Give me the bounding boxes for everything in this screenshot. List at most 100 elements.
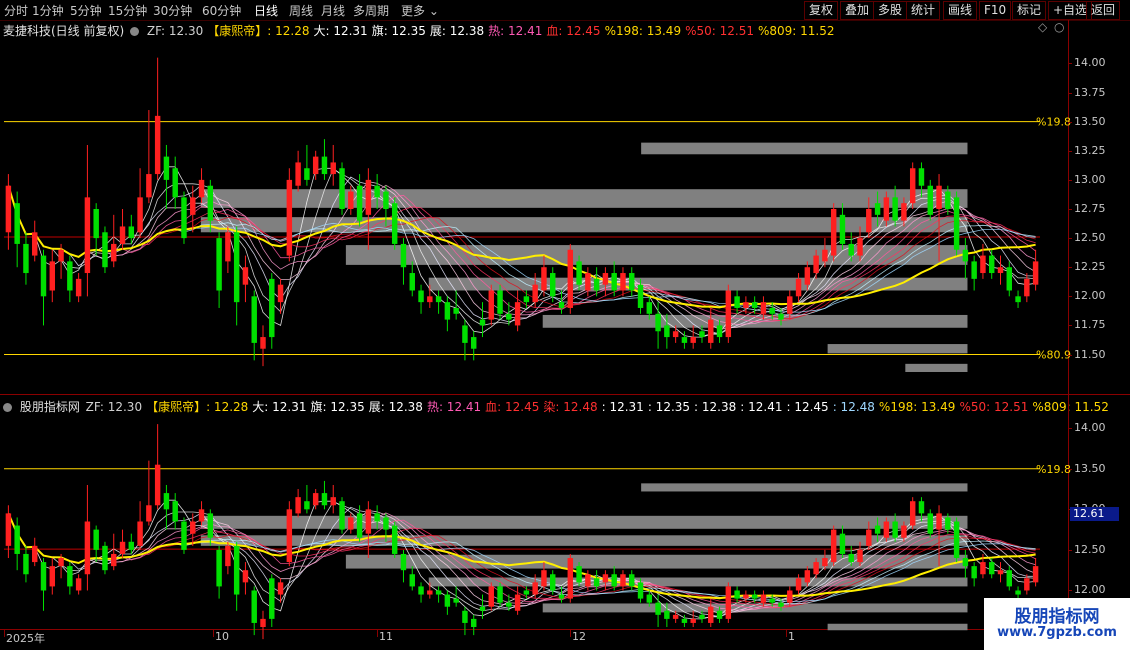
p1-candle-body-84 [743,302,749,308]
tab-timeframe-10[interactable]: 更多 ⌄ [401,2,439,19]
toolbar: 分时 1分钟 5分钟 15分钟 30分钟 60分钟 日线 周线 月线 多周期 更多 ⌄ 复权 叠加 多股… [0,0,1130,21]
tab-timeframe-5[interactable]: 60分钟 [202,2,241,19]
p1-candle-body-27 [242,267,249,285]
p2-candle-body-35 [312,493,319,506]
p1-candle-body-45 [400,243,407,268]
p1-candle-body-31 [277,284,284,303]
p1-candle-body-3 [32,232,38,256]
p1-candle-body-66 [585,273,591,291]
p2-ma-ribbon-7 [8,513,1036,607]
p1-zone-0 [200,189,968,208]
toolbar-button-6[interactable]: 标记 [1012,1,1047,20]
price-tick: 13.50 [1074,461,1106,475]
panel2-value-11: : 12.41 [740,400,783,414]
tab-timeframe-7[interactable]: 周线 [289,2,313,19]
p2-candle-body-68 [602,574,609,583]
close-icon[interactable]: ○ [1054,20,1064,34]
p1-candle-body-79 [699,331,705,338]
p1-candle-body-47 [418,290,424,303]
p2-candle-body-56 [497,586,503,603]
p2-candle-body-86 [760,594,767,603]
p2-candle-body-20 [181,521,187,550]
p2-zone-4 [542,603,968,613]
p1-candle-body-29 [260,337,266,349]
p2-candle-body-6 [58,558,64,567]
p1-candle-body-94 [830,209,837,256]
toolbar-button-3[interactable]: 统计 [906,1,941,20]
p2-candle-body-5 [49,566,56,587]
p1-candle-body-58 [514,302,521,326]
maximize-icon[interactable]: ◇ [1038,20,1047,34]
p1-candle-body-105 [927,185,933,215]
p2-ma-ribbon-9 [8,513,1036,602]
p2-candle-body-79 [699,614,705,619]
settings-icon[interactable] [3,403,12,412]
panel2-value-2: 大: 12.31 [252,400,307,414]
p1-candle-body-88 [778,313,784,320]
price-tick-mark [1068,63,1072,65]
tab-timeframe-6[interactable]: 日线 [254,2,278,19]
toolbar-button-1[interactable]: 叠加 [840,1,875,20]
p2-candle-body-36 [321,493,328,506]
price-tick: 12.00 [1074,289,1106,303]
time-tick: 10 [215,630,229,643]
p2-candle-body-96 [848,553,854,563]
p1-candle-body-92 [813,255,819,274]
toolbar-button-4[interactable]: 画线 [943,1,978,20]
p1-candle-body-71 [629,273,635,291]
p2-candle-body-115 [1015,590,1021,595]
p1-candle-body-24 [216,238,222,291]
p2-candle-body-11 [102,545,108,571]
panel2-value-1: 【康熙帝】: 12.28 [146,400,249,414]
p2-candle-body-57 [506,602,512,607]
p2-candle-body-64 [567,558,574,599]
p1-candle-body-106 [936,185,942,209]
tab-timeframe-4[interactable]: 30分钟 [153,2,192,19]
p1-candle-body-78 [690,337,696,343]
p1-candle-body-0 [5,185,12,233]
p2-candle-body-40 [356,513,363,538]
p1-candle-body-87 [769,307,775,314]
tab-timeframe-9[interactable]: 多周期 [353,2,389,19]
p2-candle-body-3 [32,545,38,563]
p1-candle-body-49 [435,296,442,303]
tab-timeframe-3[interactable]: 15分钟 [108,2,147,19]
p1-candle-body-70 [620,273,626,291]
p2-candle-body-58 [514,594,521,611]
toolbar-button-0[interactable]: 复权 [804,1,839,20]
p1-candle-body-38 [339,168,345,209]
tab-timeframe-2[interactable]: 5分钟 [70,2,102,19]
p2-candle-body-42 [374,513,380,522]
tab-timeframe-0[interactable]: 分时 [4,2,28,19]
price-tick: 12.50 [1074,231,1106,245]
panel1-value-1: 【康熙帝】: 12.28 [207,24,310,38]
p2-candle-body-19 [172,501,178,522]
tab-timeframe-1[interactable]: 1分钟 [32,2,64,19]
price-tick-mark [1068,325,1072,327]
p1-candle-body-68 [602,273,609,285]
p1-candle-body-23 [207,185,214,221]
p1-candle-body-91 [804,267,811,285]
p1-candle-body-44 [391,203,398,244]
time-tick-mark [377,629,378,637]
panel2-title: 股朋指标网 [19,400,80,414]
p1-candle-body-80 [708,319,714,343]
p1-ma-ribbon-6 [8,185,1036,322]
panel1-value-8: %50: 12.51 [685,24,754,38]
p2-candle-body-70 [620,574,626,587]
price-tick-mark [1068,179,1072,181]
p1-candle-body-18 [163,156,170,180]
p1-candle-body-42 [374,185,380,198]
tab-timeframe-8[interactable]: 月线 [321,2,345,19]
settings-icon[interactable] [130,27,140,36]
candlestick-chart[interactable]: %19.8 %80.9 %19.8 [0,0,1130,650]
toolbar-button-5[interactable]: F10 [979,1,1012,20]
p1-candle-body-22 [198,179,205,198]
p2-ma-ribbon-8 [8,513,1036,605]
toolbar-button-8[interactable]: 返回 [1086,1,1121,20]
p2-zone-3 [428,577,968,587]
p2-candle-body-60 [532,582,538,595]
price-tick-mark [1068,121,1072,123]
toolbar-button-2[interactable]: 多股 [873,1,908,20]
panel1-value-7: %198: 13.49 [604,24,682,38]
